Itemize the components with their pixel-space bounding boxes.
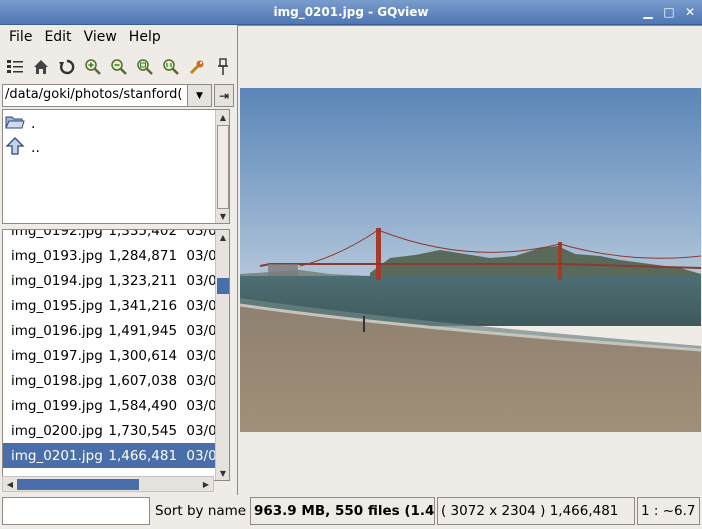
- path-row: /data/goki/photos/stanford( ▼ ⇥: [2, 84, 234, 107]
- table-row[interactable]: img_0200.jpg 1,730,545 03/0: [3, 418, 215, 443]
- file-size: 1,323,211: [108, 272, 178, 289]
- file-name: img_0200.jpg: [11, 422, 103, 439]
- file-size: 1,284,871: [108, 247, 178, 264]
- scroll-down-icon[interactable]: ▼: [216, 209, 230, 223]
- table-row[interactable]: img_0197.jpg 1,300,614 03/0: [3, 343, 215, 368]
- directory-label: .: [31, 116, 36, 132]
- path-go-button[interactable]: ⇥: [214, 84, 234, 107]
- file-name: img_0199.jpg: [11, 397, 103, 414]
- table-row[interactable]: img_0194.jpg 1,323,211 03/0: [3, 268, 215, 293]
- table-row[interactable]: img_0198.jpg 1,607,038 03/0: [3, 368, 215, 393]
- file-name: img_0195.jpg: [11, 297, 103, 314]
- table-row[interactable]: img_0199.jpg 1,584,490 03/0: [3, 393, 215, 418]
- status-bar: Sort by name 963.9 MB, 550 files (1.4 ( …: [0, 495, 702, 529]
- home-icon[interactable]: [30, 56, 52, 78]
- scroll-left-icon[interactable]: ◀: [3, 477, 17, 491]
- scroll-up-icon[interactable]: ▲: [216, 230, 229, 244]
- status-summary: 963.9 MB, 550 files (1.4: [250, 497, 435, 525]
- file-date: 03/0: [186, 272, 215, 289]
- table-row[interactable]: img_0192.jpg 1,335,402 03/0: [3, 229, 215, 243]
- up-arrow-icon: [5, 137, 25, 159]
- photo-golden-gate-bridge: [240, 88, 701, 432]
- file-name: img_0193.jpg: [11, 247, 103, 264]
- file-size: 1,584,490: [108, 397, 178, 414]
- file-size: 1,607,038: [108, 372, 178, 389]
- close-icon[interactable]: ✕: [682, 4, 698, 20]
- file-name: img_0198.jpg: [11, 372, 103, 389]
- zoom-out-icon[interactable]: [108, 56, 130, 78]
- table-row-selected[interactable]: img_0201.jpg 1,466,481 03/0: [3, 443, 215, 468]
- pin-icon[interactable]: [212, 56, 234, 78]
- file-name: img_0201.jpg: [11, 447, 103, 464]
- file-date: 03/0: [186, 347, 215, 364]
- file-size: 1,300,614: [108, 347, 178, 364]
- file-date: 03/0: [186, 297, 215, 314]
- file-size: 1,730,545: [108, 422, 178, 439]
- directory-list: . .. ▲ ▼: [2, 109, 230, 224]
- title-bar: img_0201.jpg - GQview ▁ □ ✕: [0, 0, 702, 25]
- file-list-scrollbar[interactable]: ▲ ▼: [215, 230, 229, 480]
- file-name: img_0197.jpg: [11, 347, 103, 364]
- toolbar: [0, 53, 236, 81]
- file-size: 1,341,216: [108, 297, 178, 314]
- menu-bar: File Edit View Help: [0, 25, 236, 49]
- list-item[interactable]: ..: [5, 136, 40, 160]
- file-date: 03/0: [186, 397, 215, 414]
- table-row[interactable]: img_0195.jpg 1,341,216 03/0: [3, 293, 215, 318]
- directory-label: ..: [31, 140, 40, 156]
- directory-scrollbar[interactable]: ▲ ▼: [215, 110, 229, 223]
- list-item[interactable]: .: [5, 112, 35, 136]
- file-size: 1,335,402: [108, 229, 178, 239]
- file-date: 03/0: [186, 422, 215, 439]
- menu-help[interactable]: Help: [123, 27, 167, 47]
- file-size: 1,466,481: [108, 447, 178, 464]
- file-name: img_0194.jpg: [11, 272, 103, 289]
- zoom-1-1-icon[interactable]: [160, 56, 182, 78]
- table-row[interactable]: img_0196.jpg 1,491,945 03/0: [3, 318, 215, 343]
- scroll-thumb[interactable]: [217, 278, 229, 294]
- left-panel: File Edit View Help /data/goki/photos/st…: [0, 25, 236, 495]
- zoom-in-icon[interactable]: [82, 56, 104, 78]
- maximize-icon[interactable]: □: [661, 4, 677, 20]
- scroll-down-icon[interactable]: ▼: [216, 466, 229, 480]
- status-input[interactable]: [2, 497, 150, 525]
- window-title: img_0201.jpg - GQview: [273, 5, 429, 19]
- file-size: 1,491,945: [108, 322, 178, 339]
- sort-label[interactable]: Sort by name: [152, 497, 249, 525]
- scroll-right-icon[interactable]: ▶: [199, 477, 213, 491]
- file-name: img_0196.jpg: [11, 322, 103, 339]
- thumbnails-icon[interactable]: [4, 56, 26, 78]
- go-arrow-icon: ⇥: [218, 88, 230, 103]
- menu-view[interactable]: View: [78, 27, 123, 47]
- menu-file[interactable]: File: [3, 27, 38, 47]
- menu-edit[interactable]: Edit: [38, 27, 77, 47]
- minimize-icon[interactable]: ▁: [640, 4, 656, 20]
- status-zoom: 1 : ~6.7: [637, 497, 700, 525]
- scroll-up-icon[interactable]: ▲: [216, 110, 230, 124]
- file-date: 03/0: [186, 322, 215, 339]
- refresh-icon[interactable]: [56, 56, 78, 78]
- path-dropdown-button[interactable]: ▼: [188, 84, 212, 107]
- file-list: img_0192.jpg 1,335,402 03/0 img_0193.jpg…: [2, 229, 230, 481]
- image-view[interactable]: [237, 25, 702, 495]
- table-row[interactable]: img_0193.jpg 1,284,871 03/0: [3, 243, 215, 268]
- status-image-info: ( 3072 x 2304 ) 1,466,481: [437, 497, 635, 525]
- file-list-horizontal-scrollbar[interactable]: ◀ ▶: [2, 476, 214, 492]
- scroll-thumb[interactable]: [17, 479, 139, 490]
- folder-open-icon: [5, 114, 25, 134]
- file-date: 03/0: [186, 247, 215, 264]
- file-date: 03/0: [186, 229, 215, 239]
- file-name: img_0192.jpg: [11, 229, 103, 239]
- path-input[interactable]: /data/goki/photos/stanford(: [2, 84, 188, 107]
- configure-icon[interactable]: [186, 56, 208, 78]
- chevron-down-icon: ▼: [196, 90, 203, 101]
- zoom-fit-icon[interactable]: [134, 56, 156, 78]
- file-date: 03/0: [186, 372, 215, 389]
- scroll-thumb[interactable]: [217, 125, 229, 209]
- file-date: 03/0: [186, 447, 215, 464]
